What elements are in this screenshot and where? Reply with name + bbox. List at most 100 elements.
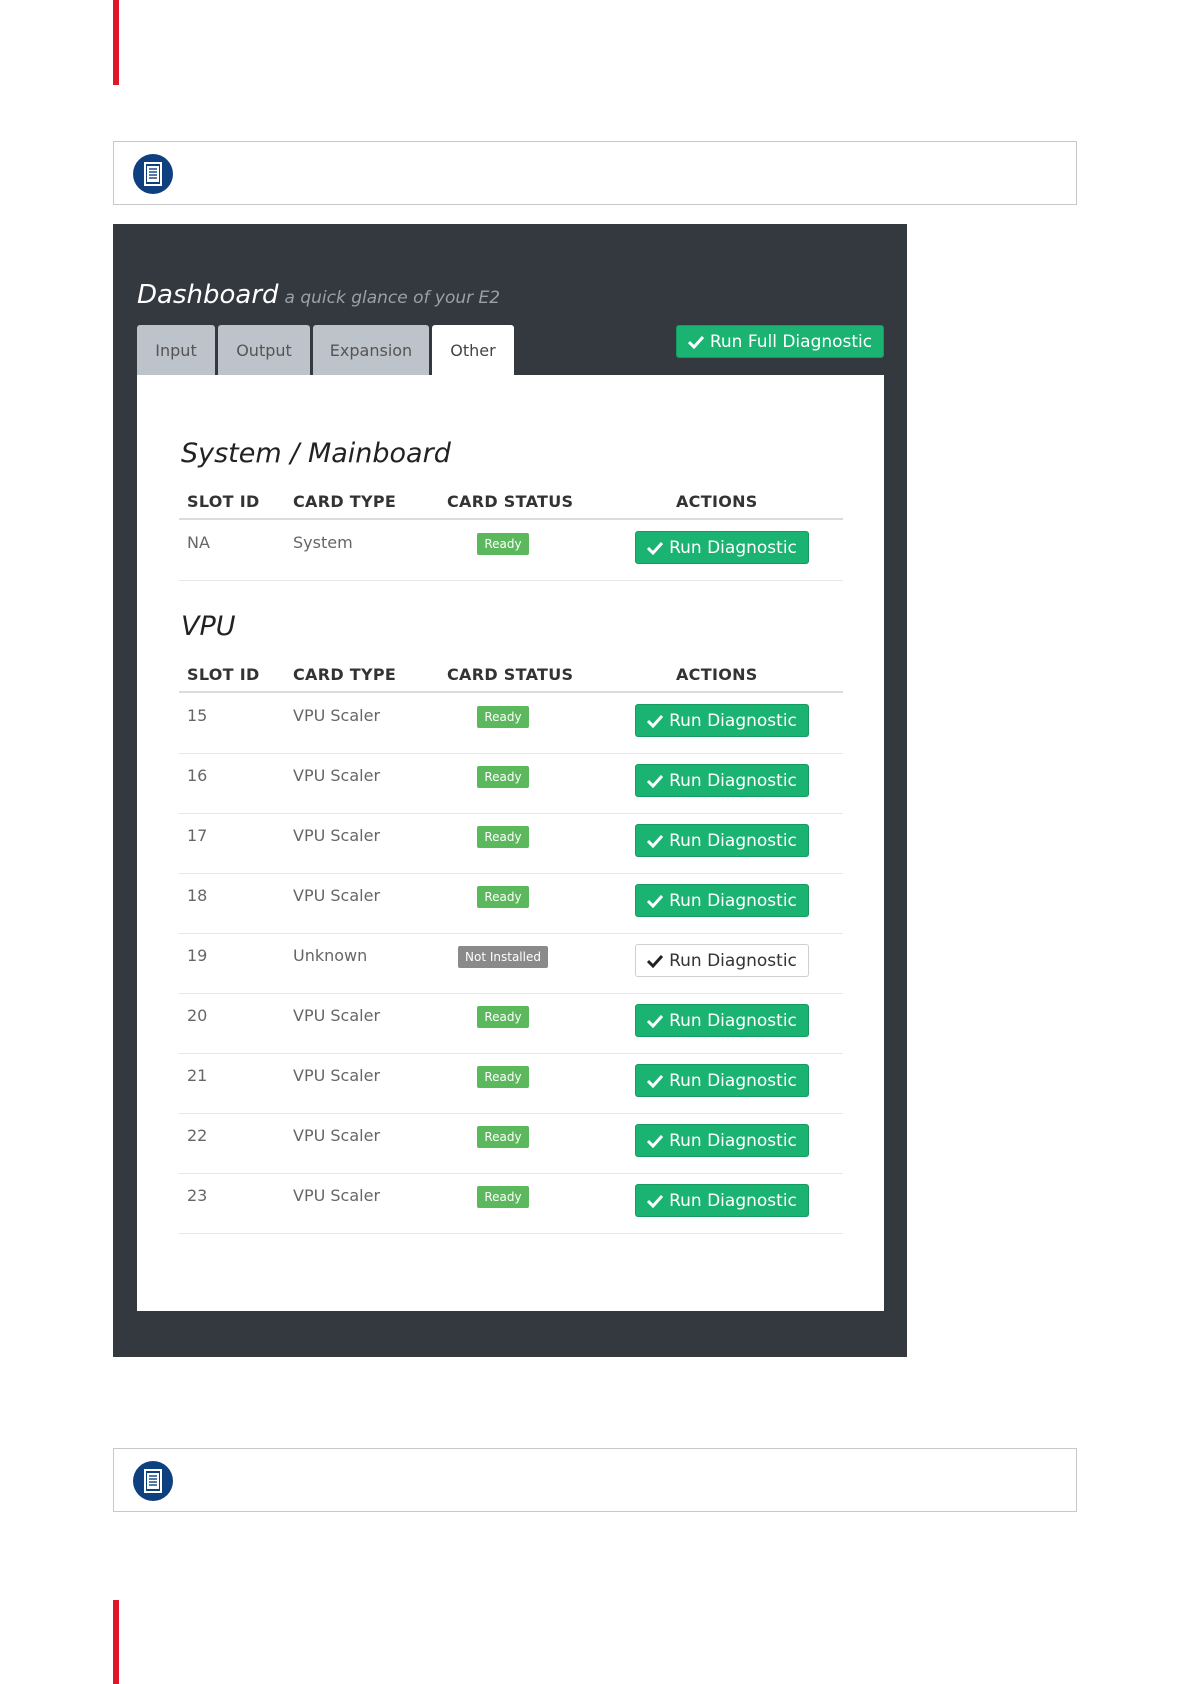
col-header-actions: ACTIONS xyxy=(676,492,758,511)
checkmark-icon xyxy=(647,774,664,788)
table-row: 20 VPU Scaler Ready Run Diagnostic xyxy=(179,993,843,1054)
col-header-card-status: CARD STATUS xyxy=(447,492,574,511)
section-title-system: System / Mainboard xyxy=(181,438,451,469)
run-diagnostic-label: Run Diagnostic xyxy=(669,1190,797,1211)
page-subtitle: a quick glance of your E2 xyxy=(284,288,501,308)
note-document-icon xyxy=(133,154,173,194)
run-diagnostic-label: Run Diagnostic xyxy=(669,950,797,971)
run-full-diagnostic-button[interactable]: Run Full Diagnostic xyxy=(676,325,884,358)
run-diagnostic-label: Run Diagnostic xyxy=(669,537,797,558)
slot-id-cell: NA xyxy=(187,533,210,552)
tab-expansion[interactable]: Expansion xyxy=(313,325,429,375)
card-type-cell: VPU Scaler xyxy=(293,1126,381,1145)
checkmark-icon xyxy=(647,541,664,555)
note-box-bottom xyxy=(113,1448,1077,1512)
status-badge: Ready xyxy=(477,886,529,908)
card-type-cell: VPU Scaler xyxy=(293,826,381,845)
status-badge: Ready xyxy=(477,826,529,848)
checkmark-icon xyxy=(647,714,664,728)
col-header-card-type: CARD TYPE xyxy=(293,665,397,684)
slot-id-cell: 22 xyxy=(187,1126,208,1145)
col-header-card-type: CARD TYPE xyxy=(293,492,397,511)
run-diagnostic-label: Run Diagnostic xyxy=(669,1070,797,1091)
run-diagnostic-label: Run Diagnostic xyxy=(669,710,797,731)
table-row: 17 VPU Scaler Ready Run Diagnostic xyxy=(179,813,843,874)
run-diagnostic-button[interactable]: Run Diagnostic xyxy=(635,884,809,917)
table-row: 15 VPU Scaler Ready Run Diagnostic xyxy=(179,693,843,754)
table-row: 23 VPU Scaler Ready Run Diagnostic xyxy=(179,1173,843,1234)
status-badge: Ready xyxy=(477,766,529,788)
checkmark-icon xyxy=(647,894,664,908)
checkmark-icon xyxy=(647,1074,664,1088)
status-badge: Ready xyxy=(477,1186,529,1208)
run-diagnostic-button[interactable]: Run Diagnostic xyxy=(635,704,809,737)
table-row: 18 VPU Scaler Ready Run Diagnostic xyxy=(179,873,843,934)
checkmark-icon xyxy=(647,1134,664,1148)
slot-id-cell: 21 xyxy=(187,1066,208,1085)
dashboard-title: Dashboard a quick glance of your E2 xyxy=(137,280,500,310)
status-badge: Not Installed xyxy=(458,946,548,968)
tab-bar: Input Output Expansion Other xyxy=(137,325,517,375)
note-box-top xyxy=(113,141,1077,205)
run-diagnostic-label: Run Diagnostic xyxy=(669,1130,797,1151)
vpu-table-header: SLOT ID CARD TYPE CARD STATUS ACTIONS xyxy=(179,661,843,693)
status-badge: Ready xyxy=(477,706,529,728)
col-header-slot-id: SLOT ID xyxy=(187,665,260,684)
card-type-cell: VPU Scaler xyxy=(293,766,381,785)
table-row: NA System Ready Run Diagnostic xyxy=(179,520,843,581)
status-badge: Ready xyxy=(477,1126,529,1148)
card-type-cell: Unknown xyxy=(293,946,368,965)
run-diagnostic-label: Run Diagnostic xyxy=(669,830,797,851)
col-header-slot-id: SLOT ID xyxy=(187,492,260,511)
run-diagnostic-button[interactable]: Run Diagnostic xyxy=(635,1064,809,1097)
card-type-cell: VPU Scaler xyxy=(293,1006,381,1025)
slot-id-cell: 20 xyxy=(187,1006,208,1025)
note-document-icon xyxy=(133,1461,173,1501)
run-diagnostic-label: Run Diagnostic xyxy=(669,1010,797,1031)
run-diagnostic-button[interactable]: Run Diagnostic xyxy=(635,1004,809,1037)
tab-content-other: System / Mainboard SLOT ID CARD TYPE CAR… xyxy=(137,375,884,1311)
slot-id-cell: 16 xyxy=(187,766,208,785)
table-row: 22 VPU Scaler Ready Run Diagnostic xyxy=(179,1113,843,1174)
tab-output[interactable]: Output xyxy=(218,325,310,375)
status-badge: Ready xyxy=(477,1066,529,1088)
status-badge: Ready xyxy=(477,533,529,555)
slot-id-cell: 15 xyxy=(187,706,208,725)
section-title-vpu: VPU xyxy=(181,611,236,642)
run-diagnostic-button[interactable]: Run Diagnostic xyxy=(635,531,809,564)
run-diagnostic-label: Run Diagnostic xyxy=(669,890,797,911)
checkmark-icon xyxy=(647,834,664,848)
status-badge: Ready xyxy=(477,1006,529,1028)
card-type-cell: VPU Scaler xyxy=(293,886,381,905)
system-table-header: SLOT ID CARD TYPE CARD STATUS ACTIONS xyxy=(179,488,843,520)
slot-id-cell: 19 xyxy=(187,946,208,965)
table-row: 16 VPU Scaler Ready Run Diagnostic xyxy=(179,753,843,814)
checkmark-icon xyxy=(647,1194,664,1208)
card-type-cell: VPU Scaler xyxy=(293,706,381,725)
checkmark-icon xyxy=(647,1014,664,1028)
run-diagnostic-button[interactable]: Run Diagnostic xyxy=(635,1124,809,1157)
slot-id-cell: 18 xyxy=(187,886,208,905)
card-type-cell: VPU Scaler xyxy=(293,1066,381,1085)
checkmark-icon xyxy=(647,954,664,968)
checkmark-icon xyxy=(687,335,704,349)
page-title: Dashboard xyxy=(137,280,279,310)
slot-id-cell: 17 xyxy=(187,826,208,845)
run-diagnostic-label: Run Diagnostic xyxy=(669,770,797,791)
table-row: 21 VPU Scaler Ready Run Diagnostic xyxy=(179,1053,843,1114)
col-header-card-status: CARD STATUS xyxy=(447,665,574,684)
slot-id-cell: 23 xyxy=(187,1186,208,1205)
card-type-cell: System xyxy=(293,533,353,552)
card-type-cell: VPU Scaler xyxy=(293,1186,381,1205)
table-row: 19 Unknown Not Installed Run Diagnostic xyxy=(179,933,843,994)
dashboard-window: Dashboard a quick glance of your E2 Input… xyxy=(113,224,907,1357)
col-header-actions: ACTIONS xyxy=(676,665,758,684)
tab-input[interactable]: Input xyxy=(137,325,215,375)
run-full-diagnostic-label: Run Full Diagnostic xyxy=(709,331,873,352)
page-marker-top xyxy=(113,0,119,85)
run-diagnostic-button[interactable]: Run Diagnostic xyxy=(635,944,809,977)
run-diagnostic-button[interactable]: Run Diagnostic xyxy=(635,1184,809,1217)
run-diagnostic-button[interactable]: Run Diagnostic xyxy=(635,764,809,797)
tab-other[interactable]: Other xyxy=(432,325,514,375)
run-diagnostic-button[interactable]: Run Diagnostic xyxy=(635,824,809,857)
